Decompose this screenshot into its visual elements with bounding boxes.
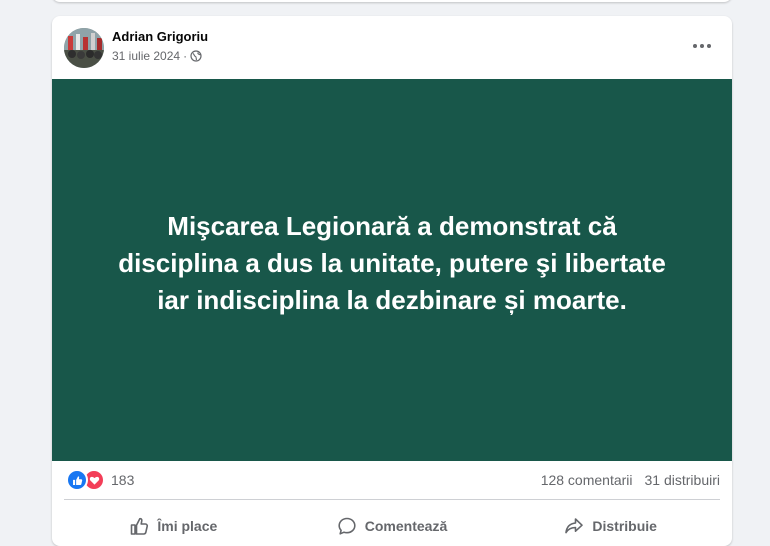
like-label: Îmi place	[157, 518, 218, 534]
more-options-icon[interactable]	[686, 36, 718, 56]
actions-divider	[64, 499, 720, 500]
share-label: Distribuie	[592, 518, 657, 534]
dot	[700, 44, 704, 48]
like-button[interactable]: Îmi place	[64, 504, 283, 540]
avatar-image	[64, 28, 104, 68]
engagement-counts: 128 comentarii 31 distribuiri	[541, 472, 720, 488]
meta-separator: ·	[183, 49, 188, 63]
comment-icon	[338, 517, 356, 535]
comment-button[interactable]: Comentează	[283, 504, 502, 540]
previous-post-card	[52, 0, 732, 2]
share-button[interactable]: Distribuie	[501, 504, 720, 540]
dot	[693, 44, 697, 48]
comment-label: Comentează	[364, 518, 448, 534]
dot	[707, 44, 711, 48]
post-card: Adrian Grigoriu 31 iulie 2024 · Mişcarea…	[52, 16, 732, 546]
post-stats: 183 128 comentarii 31 distribuiri	[52, 461, 732, 499]
thumbs-up-icon	[131, 517, 149, 535]
share-icon	[565, 518, 584, 534]
author-avatar[interactable]	[64, 28, 104, 68]
reactions-summary[interactable]: 183	[66, 469, 134, 491]
post-header: Adrian Grigoriu 31 iulie 2024 ·	[52, 16, 732, 79]
post-meta: 31 iulie 2024 ·	[112, 49, 202, 63]
like-icon	[66, 469, 88, 491]
post-background: Mişcarea Legionară a demonstrat că disci…	[52, 79, 732, 461]
globe-icon[interactable]	[190, 50, 202, 62]
post-actions: Îmi place Comentează Distribuie	[64, 504, 720, 540]
post-date[interactable]: 31 iulie 2024	[112, 49, 180, 63]
author-name[interactable]: Adrian Grigoriu	[112, 29, 208, 44]
comments-count[interactable]: 128 comentarii	[541, 472, 633, 488]
post-text: Mişcarea Legionară a demonstrat că disci…	[118, 210, 666, 315]
shares-count[interactable]: 31 distribuiri	[645, 472, 720, 488]
reaction-count: 183	[111, 472, 135, 488]
